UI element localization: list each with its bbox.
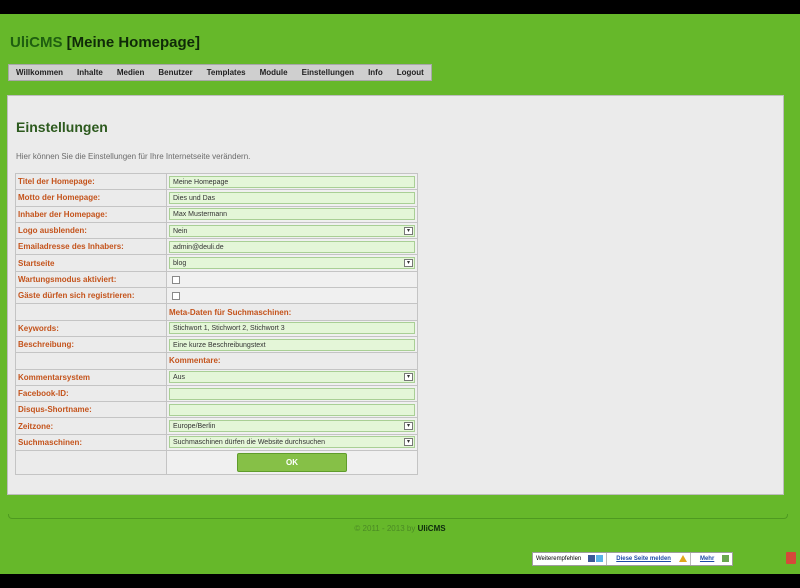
comment-system-value: Aus bbox=[173, 374, 186, 382]
timezone-select[interactable]: Europe/Berlin ▾ bbox=[169, 420, 415, 433]
widget-divider bbox=[606, 553, 613, 565]
form-row: Facebook-ID: bbox=[15, 384, 418, 403]
nav-item-logout[interactable]: Logout bbox=[390, 65, 431, 80]
comment-system-select[interactable]: Aus ▾ bbox=[169, 371, 415, 384]
form-row: Wartungsmodus aktiviert: bbox=[15, 270, 418, 289]
form-row: Zeitzone: Europe/Berlin ▾ bbox=[15, 417, 418, 435]
homepage-owner-label: Inhaber der Homepage: bbox=[15, 205, 167, 223]
footer-copyright: © 2011 - 2013 by bbox=[354, 524, 416, 533]
bottom-bar bbox=[0, 574, 800, 588]
facebook-id-input[interactable] bbox=[169, 387, 415, 400]
twitter-icon[interactable] bbox=[596, 554, 604, 562]
form-row: Titel der Homepage: Meine Homepage bbox=[15, 172, 418, 191]
hide-logo-label: Logo ausblenden: bbox=[15, 221, 167, 240]
guest-register-checkbox[interactable] bbox=[172, 292, 180, 301]
homepage-title-label: Titel der Homepage: bbox=[15, 172, 167, 191]
site-title: UliCMS [Meine Homepage] bbox=[10, 34, 200, 51]
form-row: Gäste dürfen sich registrieren: bbox=[15, 287, 418, 305]
description-input[interactable]: Eine kurze Beschreibungstext bbox=[169, 338, 415, 351]
footer-divider bbox=[8, 514, 788, 519]
more-link[interactable]: Mehr bbox=[697, 556, 717, 562]
disqus-shortname-label: Disqus-Shortname: bbox=[15, 401, 167, 419]
form-row: Suchmaschinen: Suchmaschinen dürfen die … bbox=[15, 433, 418, 452]
empty-cell bbox=[15, 303, 167, 321]
dropdown-arrow-icon[interactable]: ▾ bbox=[404, 259, 413, 268]
nav-item-benutzer[interactable]: Benutzer bbox=[151, 65, 199, 80]
dropdown-arrow-icon[interactable]: ▾ bbox=[404, 422, 413, 431]
hide-logo-value: Nein bbox=[173, 227, 188, 235]
warning-icon bbox=[678, 554, 687, 562]
meta-section-heading: Meta-Daten für Suchmaschinen: bbox=[166, 303, 418, 321]
footer-brand[interactable]: UliCMS bbox=[418, 524, 446, 533]
timezone-value: Europe/Berlin bbox=[173, 423, 216, 431]
search-engines-value: Suchmaschinen dürfen die Website durchsu… bbox=[173, 439, 326, 447]
form-row: Keywords: Stichwort 1, Stichwort 2, Stic… bbox=[15, 319, 418, 337]
main-nav: Willkommen Inhalte Medien Benutzer Templ… bbox=[8, 64, 432, 81]
dropdown-arrow-icon[interactable]: ▾ bbox=[404, 438, 413, 447]
disqus-shortname-input[interactable] bbox=[169, 403, 415, 416]
ok-button[interactable]: OK bbox=[237, 453, 347, 473]
form-row: Inhaber der Homepage: Max Mustermann bbox=[15, 205, 418, 223]
arrow-up-icon[interactable] bbox=[722, 554, 730, 562]
empty-cell bbox=[15, 450, 167, 476]
nav-item-templates[interactable]: Templates bbox=[200, 65, 253, 80]
site-brand: UliCMS bbox=[10, 34, 63, 51]
nav-item-medien[interactable]: Medien bbox=[110, 65, 152, 80]
owner-email-label: Emailadresse des Inhabers: bbox=[15, 238, 167, 256]
start-page-label: Startseite bbox=[15, 254, 167, 272]
homepage-motto-input[interactable]: Dies und Das bbox=[169, 191, 415, 204]
nav-item-willkommen[interactable]: Willkommen bbox=[9, 65, 70, 80]
share-widget: Weiterempfehlen Diese Seite melden Mehr bbox=[532, 552, 734, 566]
page-title: Einstellungen bbox=[16, 119, 108, 135]
hide-logo-select[interactable]: Nein ▾ bbox=[169, 224, 415, 237]
keywords-input[interactable]: Stichwort 1, Stichwort 2, Stichwort 3 bbox=[169, 322, 415, 335]
facebook-icon[interactable] bbox=[588, 554, 596, 562]
nav-item-inhalte[interactable]: Inhalte bbox=[70, 65, 110, 80]
facebook-id-label: Facebook-ID: bbox=[15, 384, 167, 403]
maintenance-checkbox[interactable] bbox=[172, 275, 180, 284]
nav-item-einstellungen[interactable]: Einstellungen bbox=[295, 65, 361, 80]
start-page-select[interactable]: blog ▾ bbox=[169, 257, 415, 270]
homepage-motto-label: Motto der Homepage: bbox=[15, 189, 167, 207]
nav-item-module[interactable]: Module bbox=[253, 65, 295, 80]
page-intro: Hier können Sie die Einstellungen für Ih… bbox=[16, 152, 251, 161]
maintenance-label: Wartungsmodus aktiviert: bbox=[15, 270, 167, 289]
homepage-title-input[interactable]: Meine Homepage bbox=[169, 175, 415, 188]
form-row: Beschreibung: Eine kurze Beschreibungste… bbox=[15, 335, 418, 354]
widget-divider bbox=[689, 553, 697, 565]
comment-system-label: Kommentarsystem bbox=[15, 368, 167, 386]
empty-cell bbox=[15, 352, 167, 370]
recommend-label: Weiterempfehlen bbox=[536, 556, 582, 562]
form-row: Meta-Daten für Suchmaschinen: bbox=[15, 303, 418, 321]
timezone-label: Zeitzone: bbox=[15, 417, 167, 435]
form-row: Kommentare: bbox=[15, 352, 418, 370]
homepage-owner-input[interactable]: Max Mustermann bbox=[169, 208, 415, 221]
form-row: Logo ausblenden: Nein ▾ bbox=[15, 221, 418, 240]
notification-icon[interactable] bbox=[786, 552, 796, 564]
search-engines-label: Suchmaschinen: bbox=[15, 433, 167, 452]
form-row: Kommentarsystem Aus ▾ bbox=[15, 368, 418, 386]
form-row: Disqus-Shortname: bbox=[15, 401, 418, 419]
guest-register-label: Gäste dürfen sich registrieren: bbox=[15, 287, 167, 305]
form-row: OK bbox=[15, 450, 418, 476]
dropdown-arrow-icon[interactable]: ▾ bbox=[404, 226, 413, 235]
keywords-label: Keywords: bbox=[15, 319, 167, 337]
comments-section-heading: Kommentare: bbox=[166, 352, 418, 370]
form-row: Motto der Homepage: Dies und Das bbox=[15, 189, 418, 207]
report-page-link[interactable]: Diese Seite melden bbox=[613, 556, 674, 562]
description-label: Beschreibung: bbox=[15, 335, 167, 354]
owner-email-input[interactable]: admin@deuli.de bbox=[169, 240, 415, 253]
settings-form: Titel der Homepage: Meine Homepage Motto… bbox=[15, 172, 418, 476]
form-row: Emailadresse des Inhabers: admin@deuli.d… bbox=[15, 238, 418, 256]
nav-item-info[interactable]: Info bbox=[361, 65, 390, 80]
form-row: Startseite blog ▾ bbox=[15, 254, 418, 272]
footer: © 2011 - 2013 by UliCMS bbox=[0, 524, 800, 533]
search-engines-select[interactable]: Suchmaschinen dürfen die Website durchsu… bbox=[169, 436, 415, 449]
site-name: [Meine Homepage] bbox=[66, 34, 201, 51]
dropdown-arrow-icon[interactable]: ▾ bbox=[404, 373, 413, 382]
start-page-value: blog bbox=[173, 260, 187, 268]
content-panel: Einstellungen Hier können Sie die Einste… bbox=[7, 95, 784, 495]
